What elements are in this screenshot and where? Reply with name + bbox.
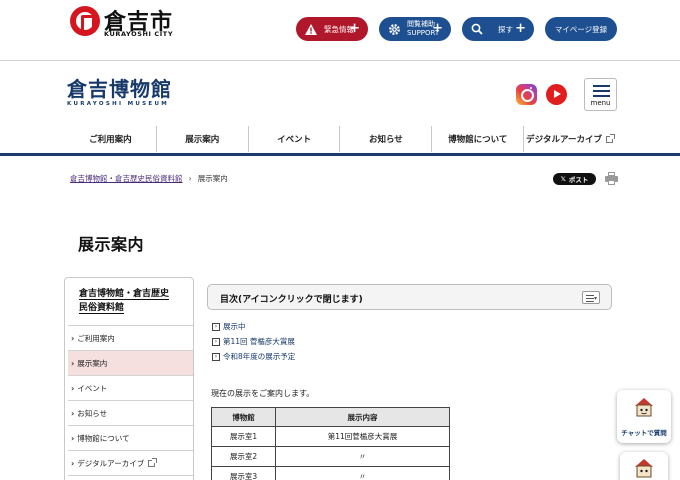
breadcrumb-current: 展示案内 <box>197 174 228 183</box>
exhibition-table: 博物館 展示内容 展示室1 第11回菅楯彦大賞展 展示室2 〃 展示室3 〃 <box>211 407 450 480</box>
toc-toggle-icon[interactable]: ▾ <box>582 291 600 304</box>
plus-icon: + <box>515 21 526 36</box>
table-cell: 第11回菅楯彦大賞展 <box>275 426 450 447</box>
page-title: 展示案内 <box>78 235 145 254</box>
table-cell: 展示室2 <box>211 446 276 467</box>
table-cell: 展示室1 <box>211 426 276 447</box>
chevron-right-icon: › <box>71 358 75 368</box>
chevron-right-icon: › <box>71 458 75 468</box>
accessibility-button[interactable]: 閲覧補助 SUPPORT + <box>379 17 451 41</box>
museum-header: 倉吉博物館 KURAYOSHI MUSEUM <box>0 62 680 124</box>
chat-question-label: チャットで質問 <box>621 429 667 437</box>
mypage-register-button[interactable]: マイページ登録 <box>545 17 617 41</box>
x-post-button[interactable]: 𝕏 ポスト <box>553 173 596 185</box>
sidebar-item-news[interactable]: › お知らせ <box>68 401 193 426</box>
warning-icon <box>304 22 318 36</box>
search-button[interactable]: 探す + <box>462 17 534 41</box>
gear-icon <box>387 22 401 36</box>
sidebar-title[interactable]: 倉吉博物館・倉吉歴史 民俗資料館 <box>65 278 193 325</box>
toc-header: 目次(アイコンクリックで閉じます) ▾ <box>207 284 612 310</box>
print-icon[interactable] <box>605 172 618 185</box>
utility-bar: 倉吉市 KURAYOSHI CITY 緊急情報 + 閲覧補助 SUPPORT +… <box>0 0 680 61</box>
nav-item-guide[interactable]: ご利用案内 <box>65 126 156 152</box>
menu-button[interactable]: menu <box>584 78 617 111</box>
instagram-icon[interactable] <box>516 84 537 105</box>
external-link-icon <box>605 133 615 143</box>
table-header: 展示内容 <box>275 407 450 427</box>
table-cell: 展示室3 <box>211 466 276 480</box>
sidebar-item-events[interactable]: › イベント <box>68 376 193 401</box>
toc-item-award-exhibition[interactable]: › 第11回 菅楯彦大賞展 <box>212 334 295 349</box>
x-logo-icon: 𝕏 <box>560 175 566 183</box>
sidebar-item-exhibition[interactable]: › 展示案内 <box>68 351 193 376</box>
plus-icon: + <box>432 21 443 36</box>
toc-item-schedule[interactable]: › 令和8年度の展示予定 <box>212 349 295 364</box>
table-row: 展示室1 第11回菅楯彦大賞展 <box>211 426 450 447</box>
sidebar-item-guide[interactable]: › ご利用案内 <box>68 326 193 351</box>
search-label: 探す <box>498 24 513 34</box>
toc-list: › 展示中 › 第11回 菅楯彦大賞展 › 令和8年度の展示予定 <box>212 319 295 364</box>
table-header: 博物館 <box>211 407 276 427</box>
nav-item-about[interactable]: 博物館について <box>431 126 523 152</box>
chevron-right-icon: › <box>71 433 75 443</box>
table-row: 展示室3 〃 <box>211 466 450 480</box>
nav-divider <box>0 153 680 156</box>
chevron-right-icon: › <box>188 174 192 183</box>
jump-icon: › <box>212 322 220 331</box>
jump-icon: › <box>212 337 220 346</box>
museum-name: 倉吉博物館 <box>67 77 172 101</box>
hamburger-icon <box>593 85 610 87</box>
emergency-info-button[interactable]: 緊急情報 + <box>296 17 368 41</box>
search-icon <box>470 22 484 36</box>
chat-secondary-button[interactable] <box>620 452 668 480</box>
chevron-right-icon: › <box>71 408 75 418</box>
nav-item-digital-archive[interactable]: デジタルアーカイブ <box>523 126 615 152</box>
sidebar-item-digital-archive[interactable]: › デジタルアーカイブ <box>68 451 193 476</box>
youtube-icon[interactable] <box>546 84 567 105</box>
museum-name-en: KURAYOSHI MUSEUM <box>67 101 169 107</box>
nav-item-news[interactable]: お知らせ <box>339 126 431 152</box>
city-emblem-icon <box>70 6 100 36</box>
museum-logo[interactable]: 倉吉博物館 KURAYOSHI MUSEUM <box>67 78 172 107</box>
sidebar: 倉吉博物館・倉吉歴史 民俗資料館 › ご利用案内 › 展示案内 › イベント › お知ら… <box>64 277 194 480</box>
chatbot-house-icon <box>633 396 655 418</box>
plus-icon: + <box>349 21 360 36</box>
nav-item-exhibition[interactable]: 展示案内 <box>155 126 248 152</box>
global-nav: ご利用案内 展示案内 イベント お知らせ 博物館について デジタルアーカイブ <box>65 126 615 152</box>
jump-icon: › <box>212 352 220 361</box>
intro-text: 現在の展示をご案内します。 <box>211 389 315 398</box>
chevron-right-icon: › <box>71 333 75 343</box>
toc-item-on-display[interactable]: › 展示中 <box>212 319 295 334</box>
nav-item-events[interactable]: イベント <box>247 126 340 152</box>
breadcrumb-parent-link[interactable]: 倉吉博物館・倉吉歴史民俗資料館 <box>70 173 183 184</box>
chevron-right-icon: › <box>71 383 75 393</box>
accessibility-label: 閲覧補助 <box>407 20 435 28</box>
chat-question-button[interactable]: チャットで質問 <box>617 390 671 443</box>
menu-label: menu <box>590 99 611 107</box>
chatbot-house-icon <box>633 457 655 479</box>
sidebar-list: › ご利用案内 › 展示案内 › イベント › お知らせ › 博物館について › デジタルア… <box>68 325 193 476</box>
table-cell: 〃 <box>275 446 450 467</box>
table-cell: 〃 <box>275 466 450 480</box>
mypage-register-label: マイページ登録 <box>554 24 608 34</box>
city-logo[interactable]: 倉吉市 KURAYOSHI CITY <box>70 6 190 40</box>
breadcrumb: 倉吉博物館・倉吉歴史民俗資料館 › 展示案内 <box>70 173 228 184</box>
table-row: 展示室2 〃 <box>211 446 450 467</box>
sidebar-item-about[interactable]: › 博物館について <box>68 426 193 451</box>
toc-title: 目次(アイコンクリックで閉じます) <box>220 295 363 305</box>
city-name-en: KURAYOSHI CITY <box>104 30 174 38</box>
x-post-label: ポスト <box>568 176 589 184</box>
external-link-icon <box>148 457 158 467</box>
table-header-row: 博物館 展示内容 <box>211 407 450 427</box>
